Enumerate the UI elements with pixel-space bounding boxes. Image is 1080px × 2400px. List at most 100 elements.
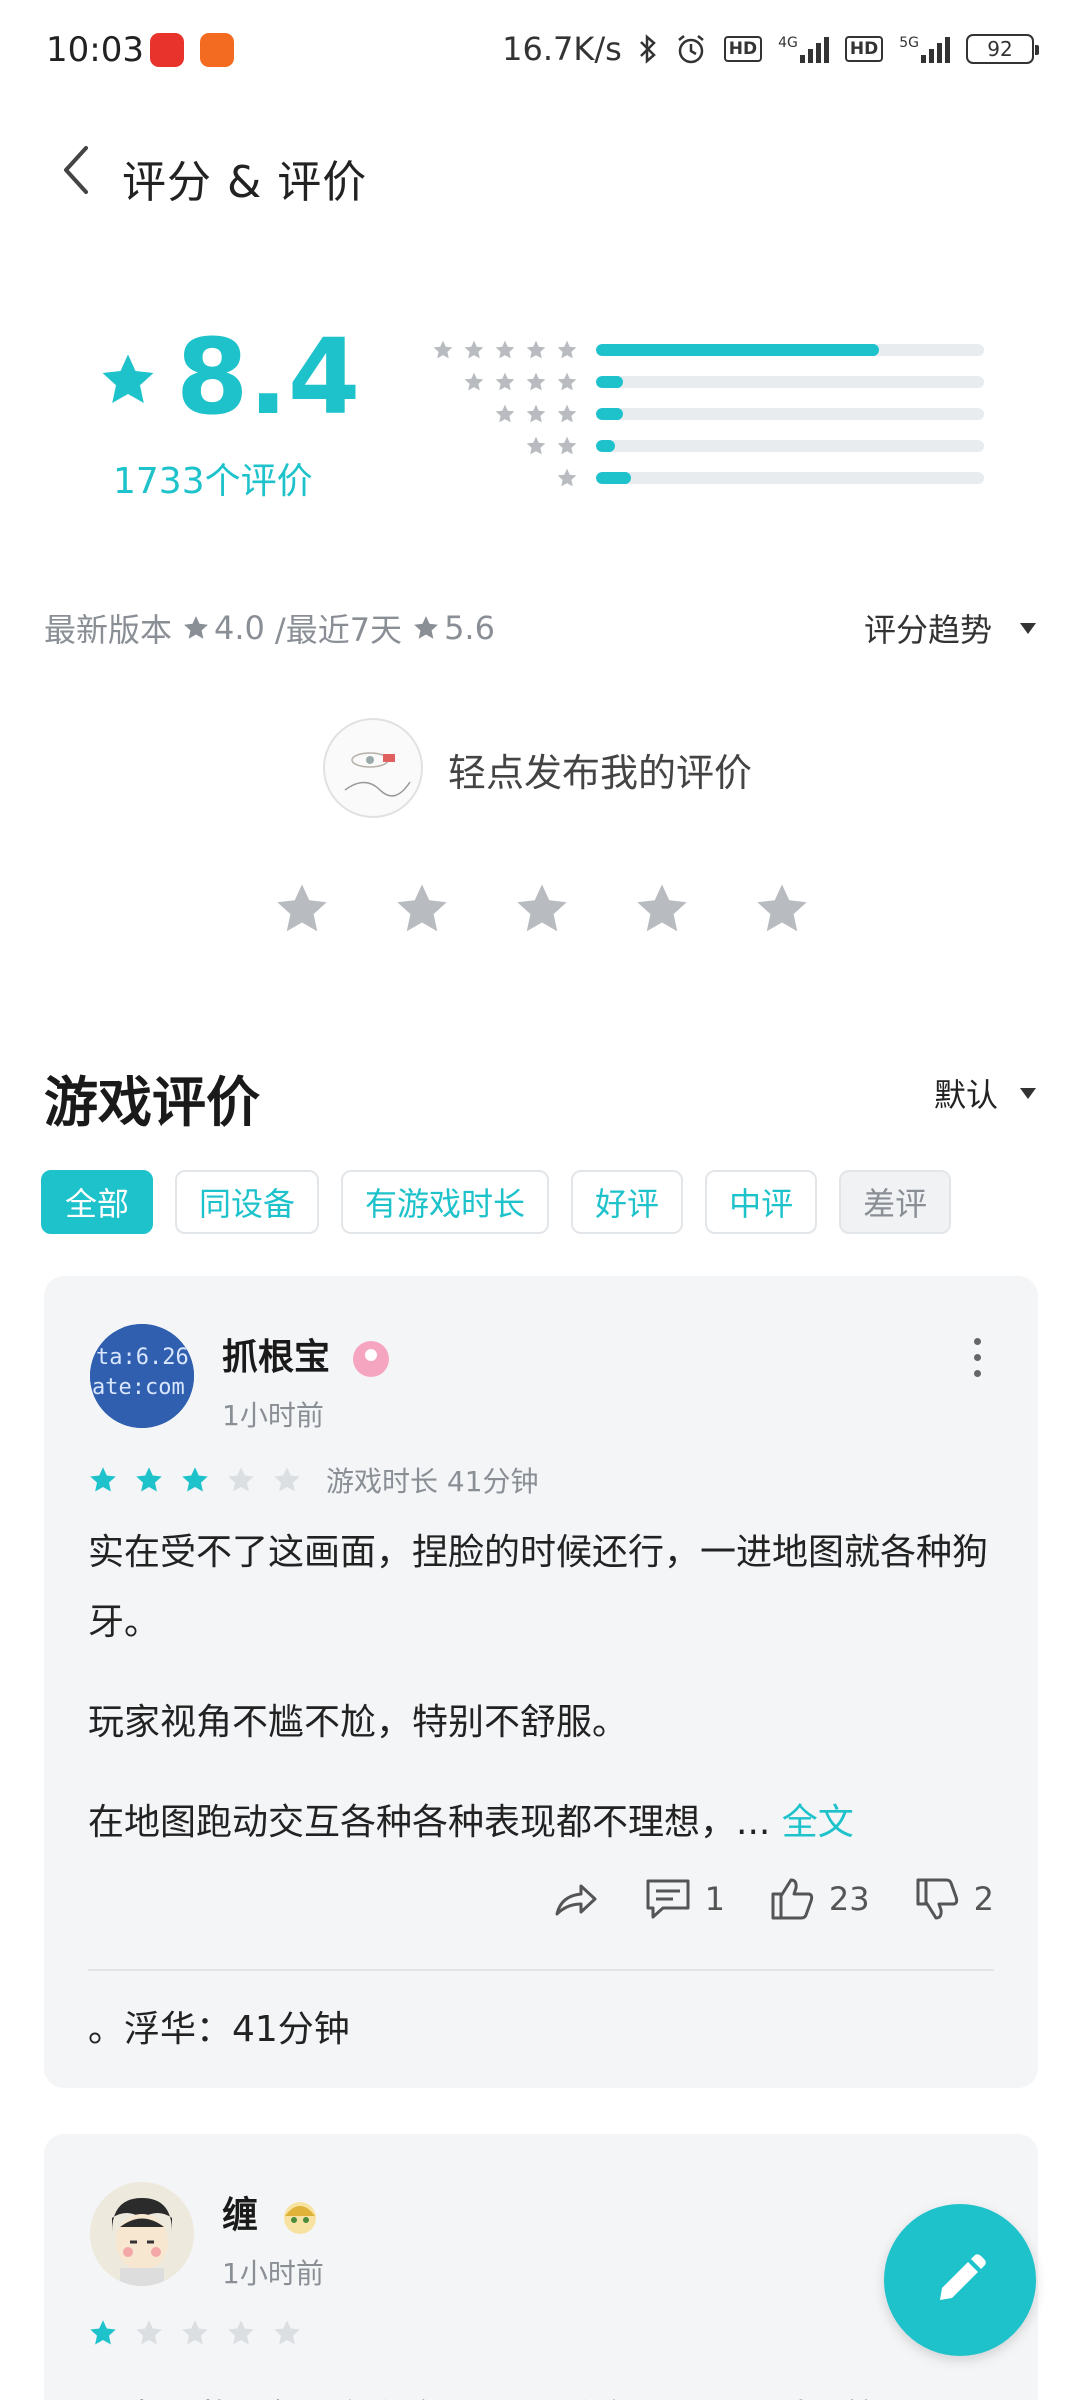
- avatar-sketch-icon: [344, 752, 411, 797]
- review-star-list: [88, 2318, 302, 2348]
- distribution-stars: [400, 371, 578, 393]
- rating-trend-button[interactable]: 评分趋势: [864, 605, 1036, 651]
- star-icon: [464, 340, 484, 359]
- review-filters: 全部 同设备 有游戏时长 好评 中评 差评: [41, 1170, 952, 1234]
- star-icon: [228, 2320, 254, 2345]
- distribution-row: [400, 371, 984, 393]
- version-label: 最新版本: [44, 611, 173, 649]
- filter-chip[interactable]: 有游戏时长: [341, 1170, 550, 1234]
- net-speed: 16.7K/s: [502, 30, 622, 68]
- distribution-fill: [596, 376, 624, 388]
- svg-text:ta:6.26: ta:6.26: [96, 1345, 189, 1370]
- thumbs-up-icon: [771, 1878, 814, 1920]
- rate-star-icon[interactable]: [273, 880, 331, 938]
- chevron-left-icon: [64, 146, 88, 194]
- review-text: 实在受不了这画面，捏脸的时候还行，一进地图就各种狗牙。 玩家视角不尴不尬，特别不…: [88, 1518, 994, 1888]
- review-paragraph: 实在受不了这画面，捏脸的时候还行，一进地图就各种狗牙。: [88, 1532, 989, 1643]
- distribution-stars: [400, 339, 578, 361]
- distribution-row: [400, 403, 984, 425]
- star-icon: [495, 340, 515, 359]
- rate-stars[interactable]: [273, 880, 811, 938]
- share-button[interactable]: [551, 1874, 601, 1924]
- dislike-button[interactable]: 2: [912, 1874, 994, 1924]
- playtime: 游戏时长 41分钟: [326, 1465, 539, 1498]
- battery-icon: 92: [966, 34, 1039, 64]
- review-stars: 游戏时长 41分钟: [88, 1460, 539, 1500]
- sort-dropdown[interactable]: 默认: [934, 1070, 1036, 1116]
- battery-level: 92: [987, 37, 1013, 61]
- star-icon: [136, 1467, 162, 1492]
- write-review-button[interactable]: [884, 2204, 1036, 2356]
- review-time: 1小时前: [222, 2257, 324, 2290]
- comment-button[interactable]: 1: [643, 1874, 725, 1924]
- star-icon: [274, 2320, 300, 2345]
- app-red-icon: [150, 33, 184, 67]
- user-badge-icon: [283, 2202, 316, 2234]
- rate-star-icon[interactable]: [753, 880, 811, 938]
- avatar[interactable]: [90, 2182, 194, 2286]
- filter-chip[interactable]: 同设备: [175, 1170, 320, 1234]
- distribution-bar: [596, 408, 984, 420]
- star-icon: [90, 2320, 116, 2345]
- filter-chip[interactable]: 中评: [705, 1170, 818, 1234]
- bluetooth-icon: [639, 34, 656, 64]
- star-icon: [557, 468, 577, 487]
- caret-down-icon: [1020, 1087, 1036, 1099]
- distribution-bar: [596, 472, 984, 484]
- distribution-bar: [596, 376, 984, 388]
- dislike-count: 2: [973, 1880, 994, 1918]
- avatar-image-icon: ta:6.26 ate:com: [90, 1324, 194, 1428]
- filter-chip[interactable]: 全部: [41, 1170, 154, 1234]
- like-button[interactable]: 23: [767, 1874, 870, 1924]
- avatar[interactable]: ta:6.26 ate:com: [90, 1324, 194, 1428]
- distribution-fill: [596, 440, 616, 452]
- like-count: 23: [828, 1880, 870, 1918]
- more-options-icon[interactable]: [974, 1338, 982, 1377]
- distribution-bar: [596, 440, 984, 452]
- review-paragraph: 在地图跑动交互各种各种表现都不理想，... 全文: [88, 1788, 994, 1858]
- distribution-stars: [400, 467, 578, 489]
- distribution-row: [400, 339, 984, 361]
- publish-review-prompt[interactable]: 轻点发布我的评价: [448, 742, 752, 797]
- star-icon: [90, 1467, 116, 1492]
- review-text: 七点下载，然后领红包，跟我说注册时间不对，第一: [88, 2384, 994, 2400]
- rate-star-icon[interactable]: [513, 880, 571, 938]
- star-icon: [557, 372, 577, 391]
- alarm-icon: [678, 35, 704, 64]
- star-icon: [414, 616, 438, 639]
- star-icon: [526, 340, 546, 359]
- distribution-fill: [596, 344, 880, 356]
- hd-badge-2: HD: [844, 36, 884, 62]
- rating-score: 8.4: [176, 316, 361, 438]
- star-icon: [182, 2320, 208, 2345]
- status-time: 10:03: [46, 30, 144, 70]
- recent-label: /最近7天: [274, 611, 403, 649]
- distribution-fill: [596, 408, 624, 420]
- avatar-image-icon: [90, 2182, 194, 2286]
- comment-icon: [646, 1879, 690, 1919]
- distribution-bar: [596, 344, 984, 356]
- filter-chip[interactable]: 好评: [571, 1170, 684, 1234]
- full-text-link[interactable]: 全文: [782, 1802, 854, 1843]
- back-button[interactable]: [56, 140, 106, 210]
- signal-icon: 4G: [778, 35, 829, 63]
- svg-text:ate:com: ate:com: [92, 1375, 185, 1400]
- my-avatar[interactable]: [323, 718, 423, 818]
- rate-star-icon[interactable]: [633, 880, 691, 938]
- filter-chip[interactable]: 差评: [839, 1170, 952, 1234]
- rate-star-icon[interactable]: [393, 880, 451, 938]
- thumbs-down-icon: [916, 1878, 958, 1920]
- share-icon: [555, 1884, 597, 1916]
- star-icon: [182, 1467, 208, 1492]
- star-icon: [102, 354, 154, 403]
- review-paragraph: 玩家视角不尴不尬，特别不舒服。: [88, 1702, 629, 1743]
- status-bar: 10:03 16.7K/s HD 4G HD 5G 92: [0, 0, 1080, 100]
- page-title: 评分 & 评价: [122, 157, 368, 208]
- star-icon: [184, 616, 208, 639]
- reviewer-name: 缠: [222, 2186, 321, 2238]
- distribution-stars: [400, 403, 578, 425]
- review-star-list: [88, 1465, 302, 1495]
- user-badge-icon: [352, 1341, 389, 1377]
- reviewer-name-text: 抓根宝: [222, 1337, 331, 1378]
- reply-preview[interactable]: 。浮华：41分钟: [88, 2000, 350, 2052]
